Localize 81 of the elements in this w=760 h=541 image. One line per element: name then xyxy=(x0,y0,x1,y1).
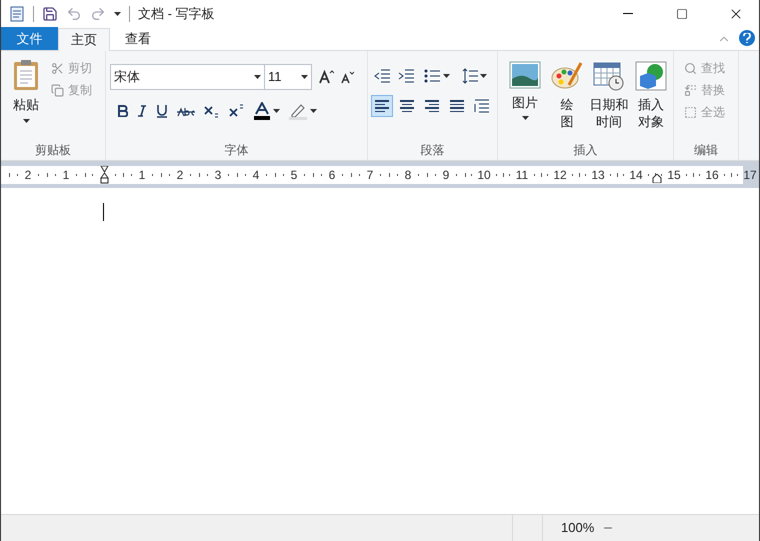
group-label: 插入 xyxy=(572,144,598,159)
right-indent-marker-icon[interactable] xyxy=(652,174,662,183)
strikethrough-icon[interactable] xyxy=(177,105,195,117)
ruler-number: 16 xyxy=(705,169,719,181)
grow-font-icon[interactable] xyxy=(318,69,334,85)
save-icon[interactable] xyxy=(42,6,58,22)
replace-icon xyxy=(684,84,697,96)
caret-icon xyxy=(480,74,487,78)
align-left-icon xyxy=(375,100,389,112)
ruler-number: 2 xyxy=(176,169,184,181)
group-label: 字体 xyxy=(224,144,250,159)
group-label: 编辑 xyxy=(693,144,719,159)
increase-indent-icon[interactable] xyxy=(398,69,414,83)
insert-paint-button[interactable]: 绘图 xyxy=(548,61,586,130)
align-center-icon xyxy=(400,100,414,112)
decrease-indent-icon[interactable] xyxy=(374,69,390,83)
group-label: 段落 xyxy=(420,144,446,159)
group-label: 剪贴板 xyxy=(34,144,72,159)
subscript-icon[interactable] xyxy=(204,104,220,118)
help-icon[interactable] xyxy=(739,30,755,46)
highlighter-icon[interactable] xyxy=(289,102,307,120)
underline-icon[interactable] xyxy=(156,104,168,118)
italic-icon[interactable] xyxy=(137,105,147,117)
ruler-number: 7 xyxy=(366,169,374,181)
bold-icon[interactable] xyxy=(118,105,128,117)
scissors-icon xyxy=(51,62,64,74)
align-left-button[interactable] xyxy=(371,95,393,117)
font-size-dropdown[interactable]: 11 xyxy=(265,64,312,90)
paragraph-icon[interactable] xyxy=(474,99,490,113)
landscape-picture-icon xyxy=(509,61,541,89)
minimize-icon xyxy=(623,13,633,14)
align-justify-icon xyxy=(450,100,464,112)
insert-picture-button[interactable]: 图片 xyxy=(506,61,544,120)
zoom-level: 100% xyxy=(561,519,594,538)
caret-icon xyxy=(310,109,317,113)
ruler-number: 3 xyxy=(214,169,222,181)
clipboard-icon xyxy=(12,59,40,91)
ribbon-tab[interactable]: 主页 xyxy=(58,28,110,51)
ribbon-tab[interactable]: 查看 xyxy=(110,27,166,50)
text-cursor xyxy=(103,203,104,221)
caret-icon xyxy=(301,75,308,79)
ruler-number: 12 xyxy=(553,169,567,181)
maximize-icon xyxy=(676,8,688,20)
ruler-number: 5 xyxy=(290,169,298,181)
copy-icon xyxy=(51,84,64,96)
insert-object-button[interactable]: 插入对象 xyxy=(632,61,670,130)
caret-icon xyxy=(254,75,261,79)
calendar-clock-icon xyxy=(593,61,625,91)
file-menu-tab[interactable]: 文件 xyxy=(1,27,58,50)
ruler-number: 13 xyxy=(591,169,605,181)
palette-icon xyxy=(551,61,583,91)
line-spacing-icon[interactable] xyxy=(462,68,478,84)
ruler-number: 9 xyxy=(442,169,450,181)
document-icon xyxy=(9,6,25,22)
ruler-number: 10 xyxy=(477,169,491,181)
ruler-number: 15 xyxy=(667,169,681,181)
ruler-number: 8 xyxy=(404,169,412,181)
paste-button[interactable]: 粘贴 xyxy=(9,59,43,144)
ruler-number: 11 xyxy=(516,169,528,181)
bullet-list-icon[interactable] xyxy=(424,69,440,83)
ruler-number: 14 xyxy=(629,169,643,181)
find-icon xyxy=(684,62,697,74)
ruler-number: 1 xyxy=(62,169,70,181)
align-right-icon xyxy=(425,100,439,112)
selectall-icon xyxy=(684,106,697,118)
ruler-number: 1 xyxy=(138,169,146,181)
insert-datetime-button[interactable]: 日期和时间 xyxy=(590,61,628,130)
ruler-number: 17 xyxy=(743,169,757,181)
font-color-icon[interactable] xyxy=(254,102,270,120)
customize-caret-icon xyxy=(114,12,121,16)
caret-icon xyxy=(443,74,450,78)
caret-icon xyxy=(273,109,280,113)
ruler-number: 4 xyxy=(252,169,260,181)
window-title: 文档 - 写字板 xyxy=(138,4,215,23)
shrink-font-icon[interactable] xyxy=(340,70,354,84)
superscript-icon[interactable] xyxy=(229,104,245,118)
ruler-number: 2 xyxy=(24,169,32,181)
font-family-dropdown[interactable]: 宋体 xyxy=(110,64,265,90)
caret-icon xyxy=(22,118,30,122)
indent-marker-icon[interactable] xyxy=(100,166,108,184)
ruler-number: 6 xyxy=(328,169,336,181)
